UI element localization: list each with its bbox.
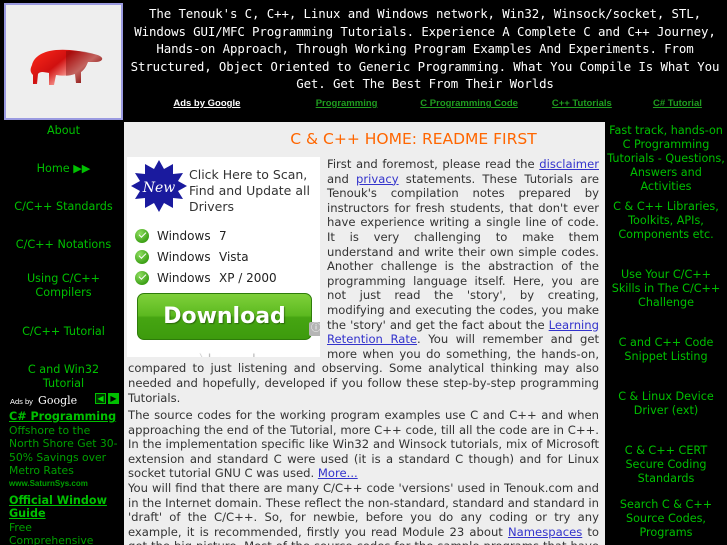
ads-pager[interactable]: ◀ ▶ [95, 392, 119, 404]
sidebar-ad-body-1: Offshore to the North Shore Get 30-50% S… [9, 423, 118, 478]
sidebar-item-c-cpp-standards[interactable]: C/C++ Standards [4, 200, 123, 214]
ad-headline: Click Here to Scan, Find and Update all … [189, 167, 310, 214]
ads-by-google-row: Ads by Google ◀ ▶ [4, 390, 123, 407]
right-sidebar: Fast track, hands-on C Programming Tutor… [605, 122, 727, 545]
new-badge-text: New [142, 180, 176, 196]
sidebar-item-search-source-codes[interactable]: Search C & C++ Source Codes, Programs [605, 498, 727, 540]
sidebar-item-c-cpp-notations[interactable]: C/C++ Notations [4, 238, 123, 252]
logo-box [4, 3, 123, 120]
sidebar-item-fast-track-tutorials[interactable]: Fast track, hands-on C Programming Tutor… [605, 124, 727, 194]
disclaimer-link[interactable]: disclaimer [539, 157, 599, 171]
sidebar-item-cpp-challenge[interactable]: Use Your C/C++ Skills in The C/C++ Chall… [605, 268, 727, 310]
os-name: Windows [157, 249, 211, 264]
intro-text-2: and [327, 171, 357, 186]
more-link[interactable]: More... [318, 466, 358, 480]
sidebar-ad-block-2: Official Window Guide Free Comprehensive… [4, 490, 123, 545]
check-circle-icon [135, 249, 149, 264]
source-codes-paragraph: The source codes for the working program… [124, 405, 605, 545]
sidebar-ad-body-2: Free Comprehensive Window Report. Get Al… [9, 520, 94, 545]
sidebar-ad-url-1: www.SaturnSys.com [9, 478, 88, 488]
privacy-link[interactable]: privacy [356, 172, 399, 186]
ads-by-text: Ads by [10, 396, 33, 406]
driver-scan-ad-banner[interactable]: New Click Here to Scan, Find and Update … [127, 157, 320, 357]
os-row: Windows Vista [135, 246, 277, 267]
main-content: C & C++ HOME: README FIRST New Click Her… [124, 122, 605, 545]
sidebar-item-about[interactable]: About [4, 124, 123, 138]
sidebar-ad-title-2[interactable]: Official Window Guide [9, 494, 118, 521]
sidebar-item-using-compilers[interactable]: Using C/C++ Compilers [4, 272, 123, 300]
sidebar-item-home[interactable]: Home ▶▶ [4, 162, 123, 176]
left-sidebar-ads: Ads by Google ◀ ▶ C# Programming Offshor… [4, 390, 123, 545]
sidebar-ad-title-1[interactable]: C# Programming [9, 410, 118, 424]
page-root: The Tenouk's C, C++, Linux and Windows n… [0, 0, 727, 545]
sidebar-item-cert-secure-coding[interactable]: C & C++ CERT Secure Coding Standards [605, 444, 727, 486]
os-row: Windows 7 [135, 225, 277, 246]
os-name: Windows [157, 228, 211, 243]
new-badge-star-icon: New [131, 160, 187, 212]
header-ads-bar: Ads by Google Programming C Programming … [126, 93, 724, 120]
sidebar-item-linux-device-driver[interactable]: C & Linux Device Driver (ext) [605, 390, 727, 418]
sidebar-item-c-win32-tutorial[interactable]: C and Win32 Tutorial [4, 363, 123, 391]
os-version: 7 [219, 228, 227, 243]
check-circle-icon [135, 270, 149, 285]
source-text-1: The source codes for the working program… [128, 408, 599, 481]
ads-by-google-label: Ads by Google [173, 98, 241, 109]
ads-prev-arrow-icon[interactable]: ◀ [95, 392, 106, 404]
supported-os-list: Windows 7 Windows Vista Windows XP / 200… [135, 225, 277, 288]
ad-info-icon[interactable]: ⓘ [309, 322, 320, 336]
download-now-button[interactable]: Download Now! [137, 293, 312, 357]
left-sidebar: About Home ▶▶ C/C++ Standards C/C++ Nota… [4, 122, 123, 545]
site-header: The Tenouk's C, C++, Linux and Windows n… [0, 0, 727, 122]
os-version: Vista [219, 249, 249, 264]
sidebar-item-libraries-toolkits[interactable]: C & C++ Libraries, Toolkits, APIs, Compo… [605, 200, 727, 242]
sidebar-item-code-snippet-listing[interactable]: C and C++ Code Snippet Listing [605, 336, 727, 364]
page-title: C & C++ HOME: README FIRST [290, 130, 537, 148]
intro-text-3: statements. These Tutorials are Tenouk's… [327, 171, 599, 332]
header-banner-text: The Tenouk's C, C++, Linux and Windows n… [130, 6, 720, 92]
ads-next-arrow-icon[interactable]: ▶ [108, 392, 119, 404]
header-ad-link-programming[interactable]: Programming [288, 98, 406, 109]
check-circle-icon [135, 228, 149, 243]
os-row: Windows XP / 2000 [135, 267, 277, 288]
header-ad-link-cpp-tutorials[interactable]: C++ Tutorials [533, 98, 631, 109]
tapir-logo-icon [30, 49, 103, 85]
header-ad-link-csharp-tutorial[interactable]: C# Tutorial [631, 98, 724, 109]
os-version: XP / 2000 [219, 270, 277, 285]
namespaces-link[interactable]: Namespaces [508, 525, 582, 539]
sidebar-item-c-cpp-tutorial[interactable]: C/C++ Tutorial [4, 325, 123, 339]
google-wordmark: Google [38, 393, 78, 407]
header-ad-link-c-programming-code[interactable]: C Programming Code [405, 98, 532, 109]
sidebar-ad-block-1: C# Programming Offshore to the North Sho… [4, 406, 123, 490]
intro-text-1: First and foremost, please read the [327, 157, 540, 171]
os-name: Windows [157, 270, 211, 285]
